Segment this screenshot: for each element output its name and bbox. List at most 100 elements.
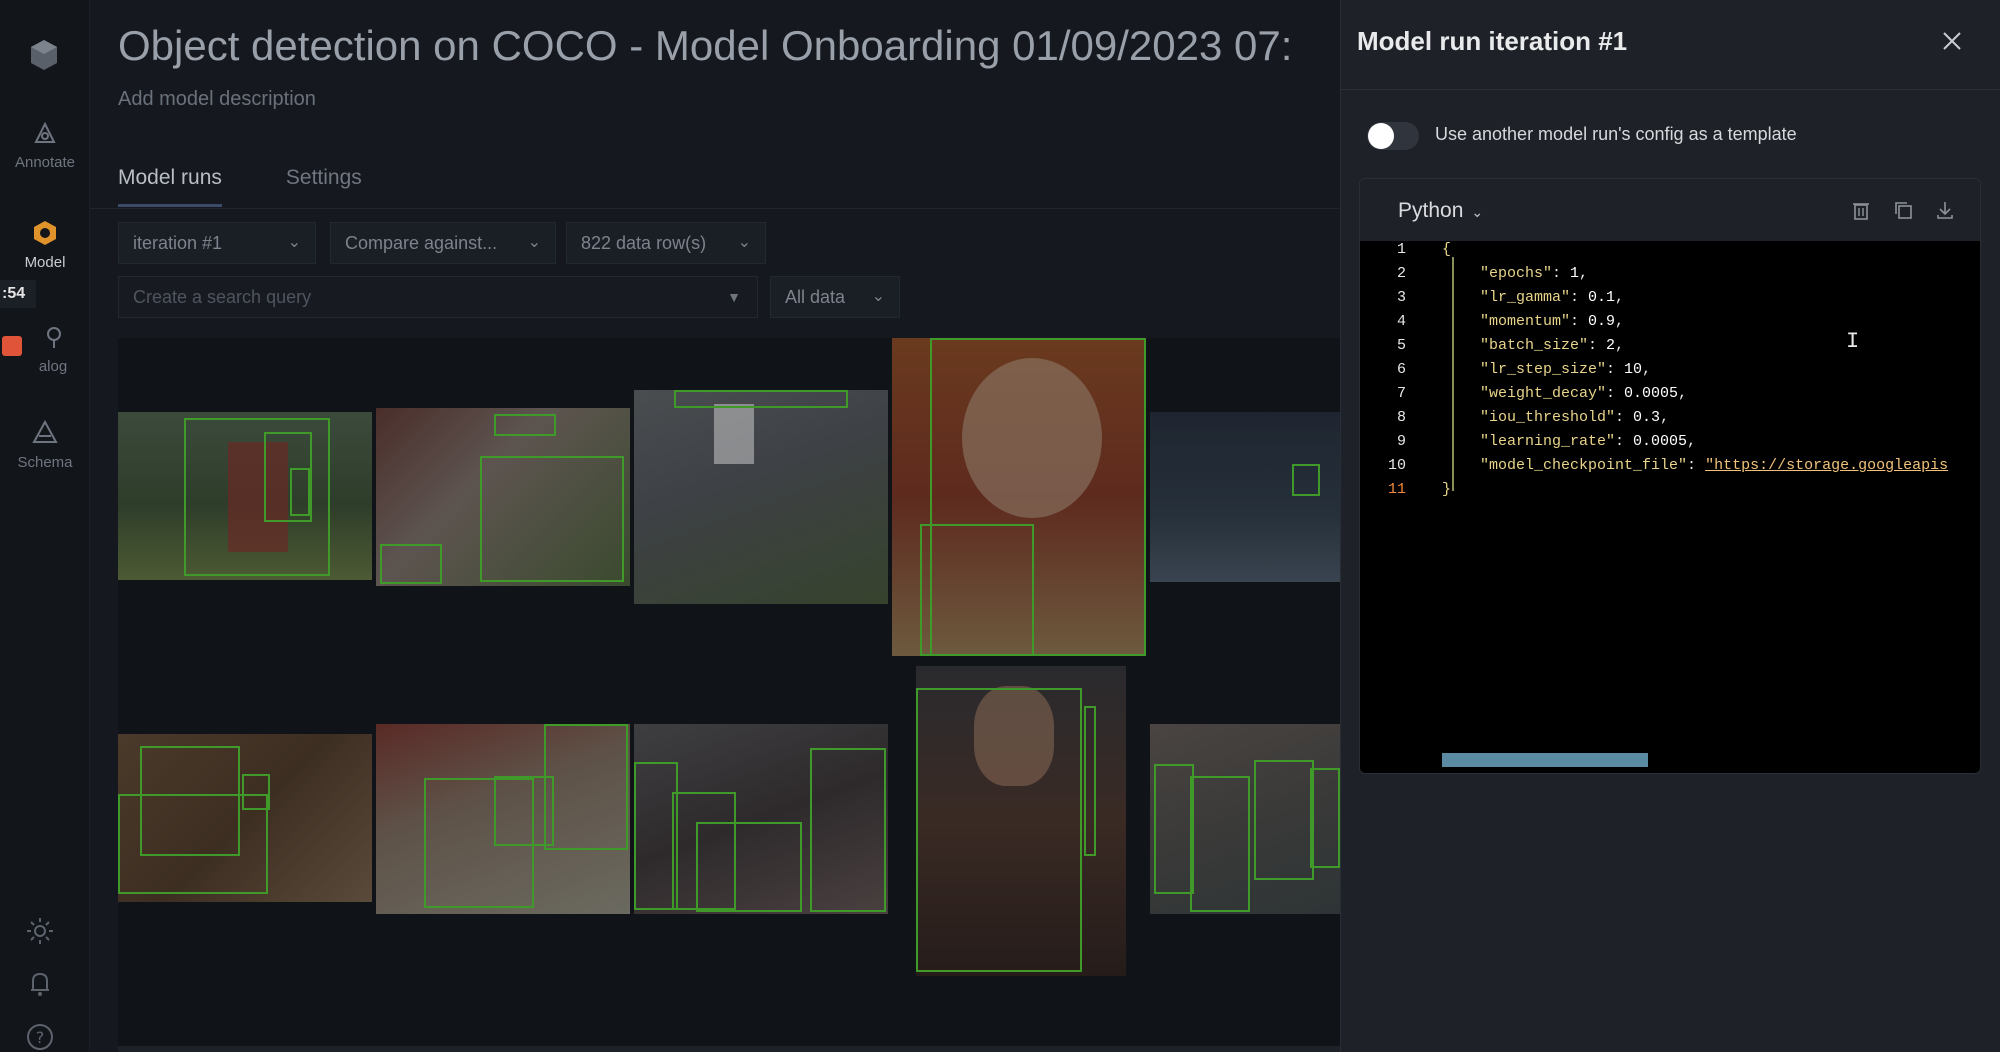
schema-icon — [32, 419, 58, 443]
logo-icon[interactable] — [24, 36, 64, 76]
tab-bar: Model runs Settings — [118, 166, 362, 207]
download-icon[interactable] — [1934, 199, 1956, 221]
image-thumbnail[interactable] — [376, 724, 630, 914]
annotate-icon — [34, 121, 56, 143]
toggle-knob — [1368, 123, 1394, 149]
code-line: "lr_gamma": 0.1, — [1480, 289, 1625, 306]
image-thumbnail[interactable] — [376, 408, 630, 586]
image-thumbnail[interactable] — [118, 412, 372, 580]
code-line: { — [1442, 241, 1451, 258]
rows-dropdown-value: 822 data row(s) — [581, 233, 707, 253]
code-area[interactable]: 1 2 3 4 5 6 7 8 9 10 11 { "epochs": 1, "… — [1360, 241, 1980, 773]
data-filter-value: All data — [785, 287, 846, 307]
compare-dropdown[interactable]: Compare against... ⌄ — [330, 222, 556, 264]
bounding-box — [1310, 768, 1340, 868]
config-key: "iou_threshold" — [1480, 409, 1616, 426]
bounding-box — [810, 748, 886, 912]
code-line: "model_checkpoint_file": "https://storag… — [1480, 457, 1949, 474]
iteration-dropdown[interactable]: iteration #1 ⌄ — [118, 222, 316, 264]
code-line: "momentum": 0.9, — [1480, 313, 1625, 330]
bounding-box — [1154, 764, 1194, 894]
config-value: 10 — [1624, 361, 1643, 378]
template-toggle[interactable] — [1367, 122, 1419, 150]
config-editor: Python ⌄ 1 2 3 4 5 6 7 8 9 10 11 {"epoc… — [1359, 178, 1981, 774]
bell-icon[interactable] — [25, 968, 55, 998]
svg-text:?: ? — [36, 1028, 45, 1047]
model-icon — [34, 221, 56, 245]
code-line: "iou_threshold": 0.3, — [1480, 409, 1670, 426]
image-thumbnail[interactable] — [1150, 724, 1340, 914]
bounding-box — [494, 776, 554, 846]
line-number: 6 — [1396, 361, 1406, 378]
copy-icon[interactable] — [1892, 199, 1914, 221]
line-number: 1 — [1396, 241, 1406, 258]
rail-item-catalog[interactable]: alog — [16, 322, 90, 375]
image-thumbnail[interactable] — [634, 390, 888, 604]
line-number: 7 — [1396, 385, 1406, 402]
code-line: "weight_decay": 0.0005, — [1480, 385, 1688, 402]
editor-toolbar: Python ⌄ — [1360, 179, 1980, 241]
checkpoint-url-link[interactable]: "https://storage.googleapis — [1705, 457, 1948, 474]
rail-item-annotate[interactable]: Annotate — [0, 118, 90, 171]
language-value: Python — [1398, 199, 1464, 222]
open-brace: { — [1442, 241, 1452, 258]
bounding-box — [1292, 464, 1320, 496]
config-value: 1 — [1570, 265, 1580, 282]
compare-dropdown-value: Compare against... — [345, 233, 498, 253]
rail-item-schema[interactable]: Schema — [0, 418, 90, 471]
help-icon[interactable]: ? — [25, 1022, 55, 1052]
indent-guide — [1452, 257, 1454, 491]
bounding-box — [494, 414, 556, 436]
language-selector[interactable]: Python ⌄ — [1398, 199, 1483, 223]
config-key: "lr_step_size" — [1480, 361, 1607, 378]
image-thumbnail[interactable] — [892, 338, 1146, 656]
chevron-down-icon: ⌄ — [1471, 204, 1484, 220]
chevron-down-icon: ⌄ — [287, 234, 301, 251]
data-filter-dropdown[interactable]: All data ⌄ — [770, 276, 900, 318]
bounding-box — [1084, 706, 1096, 856]
bounding-box — [380, 544, 442, 584]
bounding-box — [920, 524, 1034, 656]
page-title: Object detection on COCO - Model Onboard… — [118, 22, 1293, 69]
image-thumbnail[interactable] — [916, 666, 1126, 976]
config-key: "learning_rate" — [1480, 433, 1616, 450]
config-value: 0.1 — [1588, 289, 1616, 306]
image-thumbnail[interactable] — [1150, 412, 1340, 582]
image-thumbnail[interactable] — [118, 734, 372, 902]
config-key: "momentum" — [1480, 313, 1571, 330]
close-icon[interactable] — [1939, 28, 1965, 54]
catalog-icon — [47, 327, 61, 348]
bounding-box — [480, 456, 624, 582]
tab-settings[interactable]: Settings — [286, 166, 362, 207]
next-row-hint — [118, 1046, 1340, 1052]
image-thumbnail[interactable] — [634, 724, 888, 914]
rail-item-label: Annotate — [14, 154, 76, 171]
record-indicator[interactable] — [2, 336, 22, 356]
config-value: 0.3 — [1633, 409, 1661, 426]
code-line: "lr_step_size": 10, — [1480, 361, 1652, 378]
sun-icon[interactable] — [25, 916, 55, 946]
line-number: 4 — [1396, 313, 1406, 330]
config-key: "model_checkpoint_file" — [1480, 457, 1688, 474]
rows-dropdown[interactable]: 822 data row(s) ⌄ — [566, 222, 766, 264]
config-value: 0.9 — [1588, 313, 1616, 330]
tab-divider — [90, 208, 1340, 209]
photo-sign — [714, 404, 754, 464]
bounding-box — [290, 468, 310, 516]
line-number: 5 — [1396, 337, 1406, 354]
rail-item-label: alog — [38, 358, 68, 375]
trash-icon[interactable] — [1850, 199, 1872, 221]
bounding-box — [1190, 776, 1250, 912]
rail-item-model[interactable]: Model — [0, 218, 90, 271]
search-input[interactable]: Create a search query ▼ — [118, 276, 758, 318]
close-brace: } — [1442, 481, 1452, 498]
config-key: "epochs" — [1480, 265, 1553, 282]
chevron-down-icon: ⌄ — [871, 288, 885, 305]
model-description-field[interactable]: Add model description — [118, 88, 316, 111]
tab-model-runs[interactable]: Model runs — [118, 166, 222, 207]
model-run-panel: Model run iteration #1 Use another model… — [1340, 0, 2000, 1052]
bounding-box — [1254, 760, 1314, 880]
config-key: "batch_size" — [1480, 337, 1589, 354]
horizontal-scrollbar[interactable] — [1442, 753, 1648, 767]
line-number: 9 — [1396, 433, 1406, 450]
